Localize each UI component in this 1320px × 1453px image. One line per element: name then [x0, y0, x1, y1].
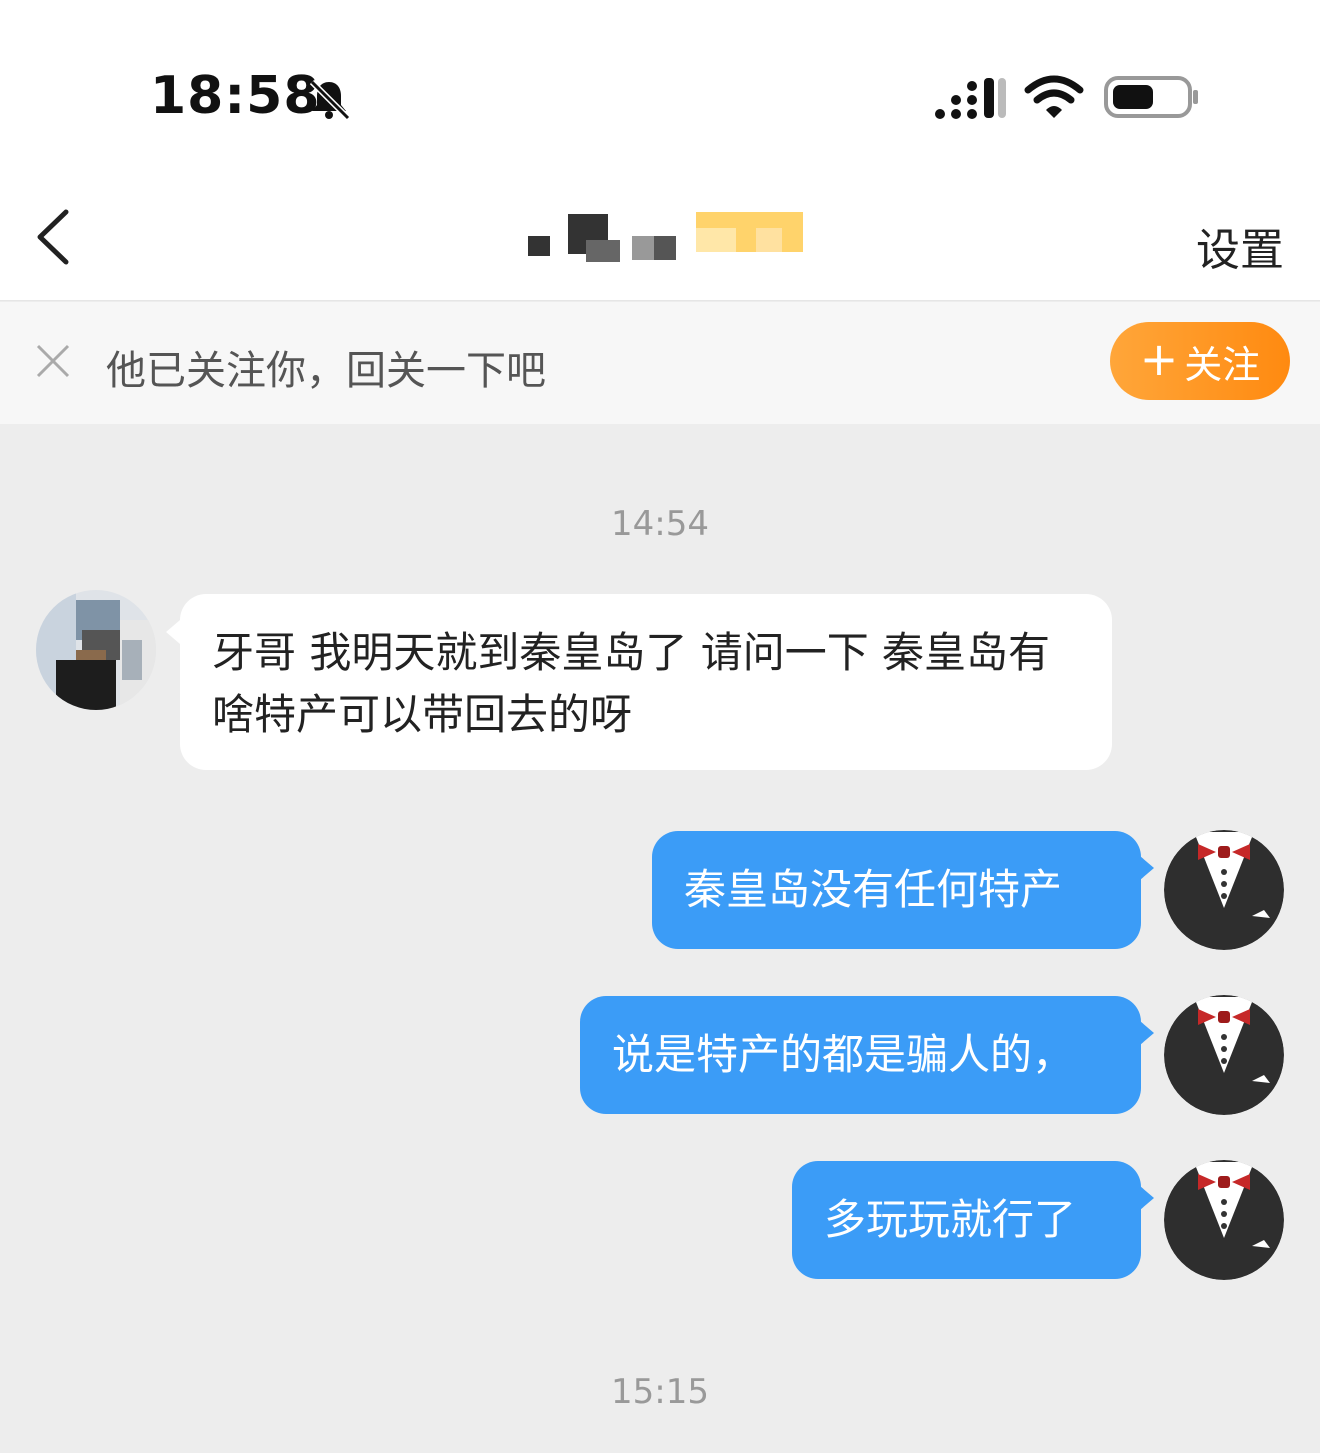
outgoing-message-bubble[interactable]: 说是特产的都是骗人的，	[580, 996, 1141, 1114]
nav-bar: 设置	[0, 180, 1320, 301]
bell-muted-icon	[309, 79, 351, 121]
message-text: 秦皇岛没有任何特产	[684, 865, 1063, 914]
message-timestamp: 15:15	[611, 1372, 709, 1412]
chevron-left-icon[interactable]	[28, 204, 78, 270]
follow-button[interactable]: + 关注	[1110, 322, 1290, 400]
message-timestamp: 14:54	[611, 504, 709, 544]
user-avatar-tuxedo[interactable]	[1164, 830, 1284, 950]
plus-icon: +	[1139, 332, 1179, 386]
contact-avatar[interactable]	[36, 590, 156, 710]
message-text: 多玩玩就行了	[824, 1195, 1077, 1244]
wifi-icon	[1024, 75, 1084, 118]
follow-button-label: 关注	[1184, 342, 1261, 387]
chat-area[interactable]: 14:54 牙哥 我明天就到秦皇岛了 请问一下 秦皇岛有啥特产可以带回去的呀 秦…	[0, 424, 1320, 1453]
status-bar: 18:58	[0, 0, 1320, 180]
settings-button[interactable]: 设置	[1196, 214, 1284, 278]
user-avatar-tuxedo[interactable]	[1164, 1160, 1284, 1280]
signal-icon	[935, 78, 1006, 119]
message-text: 说是特产的都是骗人的，	[612, 1030, 1075, 1079]
user-avatar-tuxedo[interactable]	[1164, 995, 1284, 1115]
contact-name-redacted	[528, 212, 803, 262]
status-time: 18:58	[150, 66, 321, 126]
close-icon[interactable]	[34, 342, 72, 380]
follow-prompt-text: 他已关注你，回关一下吧	[106, 348, 546, 394]
incoming-message-bubble[interactable]: 牙哥 我明天就到秦皇岛了 请问一下 秦皇岛有啥特产可以带回去的呀	[180, 594, 1112, 770]
follow-prompt-bar: 他已关注你，回关一下吧 + 关注	[0, 302, 1320, 424]
message-text: 牙哥 我明天就到秦皇岛了 请问一下 秦皇岛有啥特产可以带回去的呀	[212, 628, 1051, 739]
outgoing-message-bubble[interactable]: 秦皇岛没有任何特产	[652, 831, 1141, 949]
battery-icon	[1104, 76, 1198, 118]
outgoing-message-bubble[interactable]: 多玩玩就行了	[792, 1161, 1141, 1279]
